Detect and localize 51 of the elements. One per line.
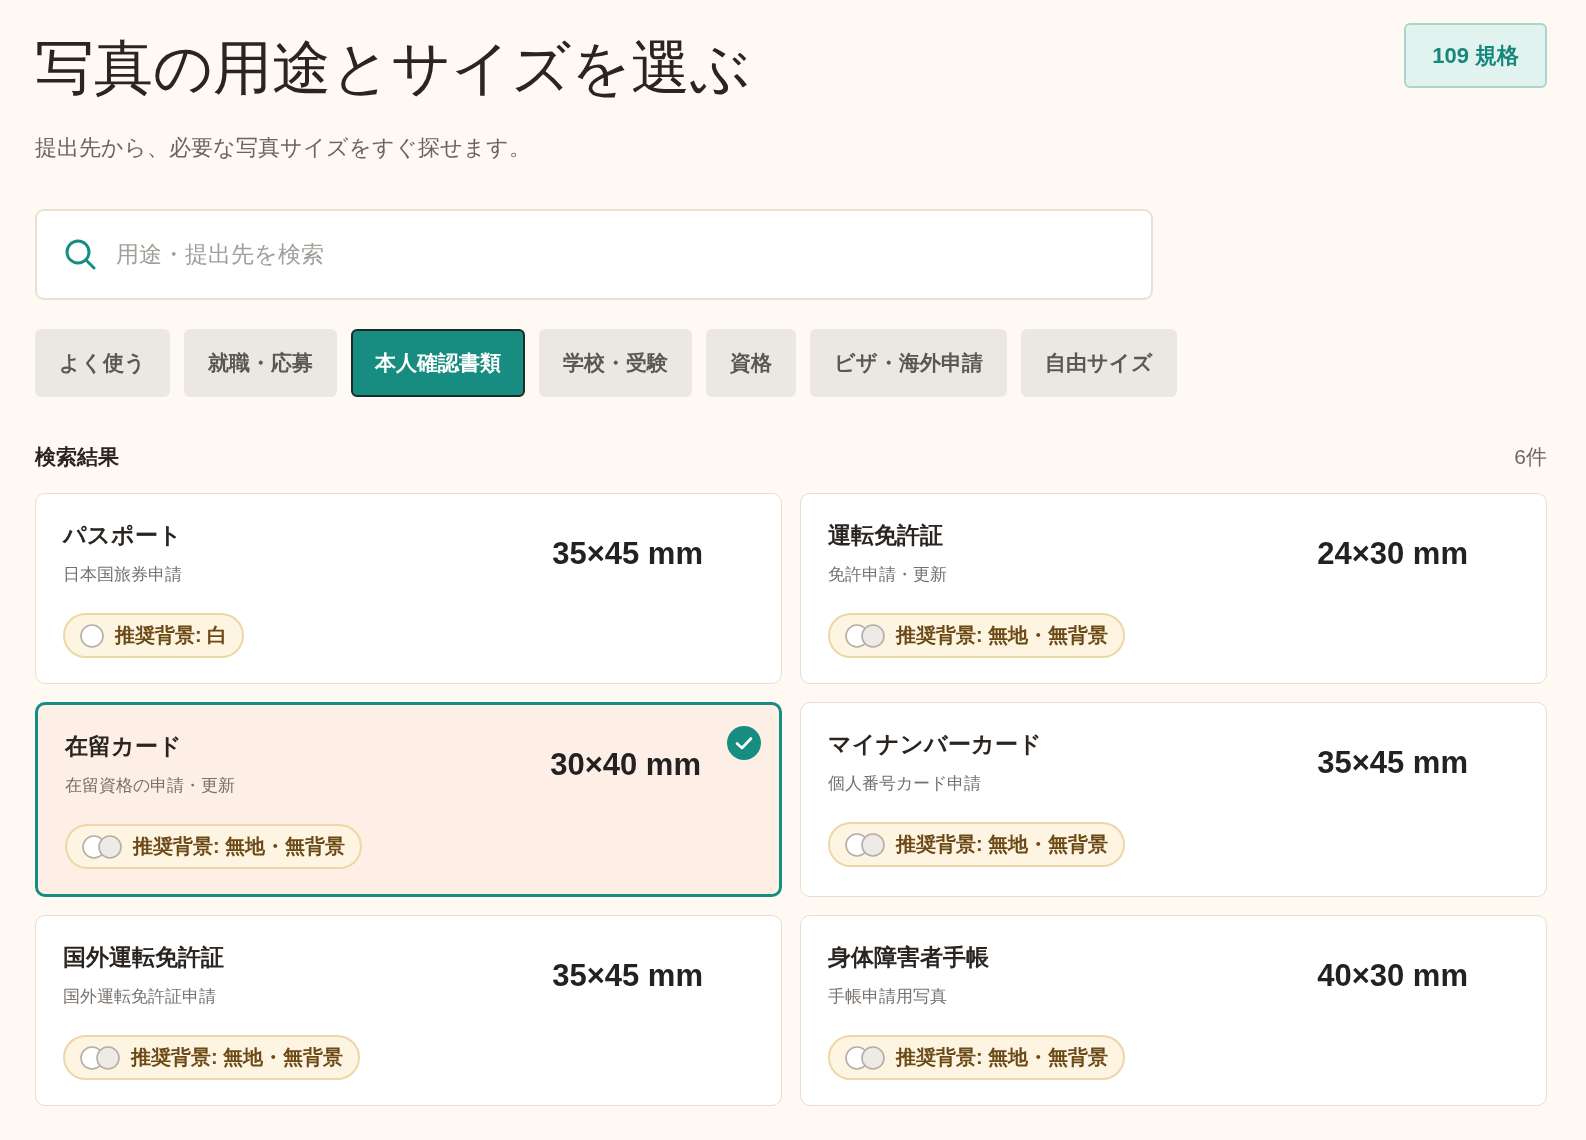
category-tab[interactable]: 本人確認書類	[351, 329, 525, 397]
results-heading: 検索結果	[35, 444, 119, 470]
category-tab[interactable]: ビザ・海外申請	[810, 329, 1007, 397]
background-label: 推奨背景: 無地・無背景	[896, 1045, 1109, 1070]
category-tab[interactable]: 資格	[706, 329, 796, 397]
card-title: 在留カード	[65, 732, 182, 761]
category-tab[interactable]: よく使う	[35, 329, 170, 397]
card-subtitle: 在留資格の申請・更新	[65, 775, 235, 797]
double-circle-swatch-icon	[80, 1045, 120, 1070]
circle-swatch-icon	[80, 623, 104, 648]
photo-size-card[interactable]: 身体障害者手帳 手帳申請用写真 推奨背景: 無地・無背景 40×30 mm	[800, 915, 1547, 1106]
photo-size-text: 30×40 mm	[550, 747, 701, 783]
photo-size-card[interactable]: 在留カード 在留資格の申請・更新 推奨背景: 無地・無背景 30×40 mm	[35, 702, 782, 897]
card-title: 運転免許証	[828, 521, 943, 550]
card-subtitle: 免許申請・更新	[828, 564, 947, 586]
card-title: 国外運転免許証	[63, 943, 224, 972]
background-label: 推奨背景: 無地・無背景	[896, 832, 1109, 857]
page-subtitle: 提出先から、必要な写真サイズをすぐ探せます。	[35, 134, 532, 162]
search-icon	[64, 238, 96, 270]
results-count: 6件	[1514, 444, 1547, 470]
page-title: 写真の用途とサイズを選ぶ	[35, 34, 750, 103]
category-tab[interactable]: 自由サイズ	[1021, 329, 1177, 397]
photo-size-card[interactable]: パスポート 日本国旅券申請 推奨背景: 白 35×45 mm	[35, 493, 782, 684]
search-field[interactable]: 用途・提出先を検索	[35, 209, 1153, 300]
category-tab[interactable]: 学校・受験	[539, 329, 692, 397]
photo-size-text: 40×30 mm	[1317, 958, 1468, 994]
card-subtitle: 個人番号カード申請	[828, 773, 981, 795]
double-circle-swatch-icon	[845, 832, 885, 857]
photo-size-text: 35×45 mm	[552, 958, 703, 994]
background-label: 推奨背景: 無地・無背景	[133, 834, 346, 859]
background-label: 推奨背景: 白	[115, 623, 228, 648]
photo-size-text: 24×30 mm	[1317, 536, 1468, 572]
background-label: 推奨背景: 無地・無背景	[896, 623, 1109, 648]
card-title: 身体障害者手帳	[828, 943, 989, 972]
photo-size-card[interactable]: マイナンバーカード 個人番号カード申請 推奨背景: 無地・無背景 35×45 mm	[800, 702, 1547, 897]
card-subtitle: 国外運転免許証申請	[63, 986, 216, 1008]
photo-size-text: 35×45 mm	[552, 536, 703, 572]
photo-size-card[interactable]: 運転免許証 免許申請・更新 推奨背景: 無地・無背景 24×30 mm	[800, 493, 1547, 684]
card-subtitle: 日本国旅券申請	[63, 564, 182, 586]
photo-size-card[interactable]: 国外運転免許証 国外運転免許証申請 推奨背景: 無地・無背景 35×45 mm	[35, 915, 782, 1106]
card-subtitle: 手帳申請用写真	[828, 986, 947, 1008]
photo-size-text: 35×45 mm	[1317, 745, 1468, 781]
card-title: パスポート	[63, 521, 182, 550]
double-circle-swatch-icon	[845, 1045, 885, 1070]
background-label: 推奨背景: 無地・無背景	[131, 1045, 344, 1070]
check-icon	[727, 726, 761, 760]
count-badge: 109 規格	[1404, 23, 1547, 88]
category-tab[interactable]: 就職・応募	[184, 329, 337, 397]
double-circle-swatch-icon	[82, 834, 122, 859]
double-circle-swatch-icon	[845, 623, 885, 648]
card-title: マイナンバーカード	[828, 730, 1042, 759]
